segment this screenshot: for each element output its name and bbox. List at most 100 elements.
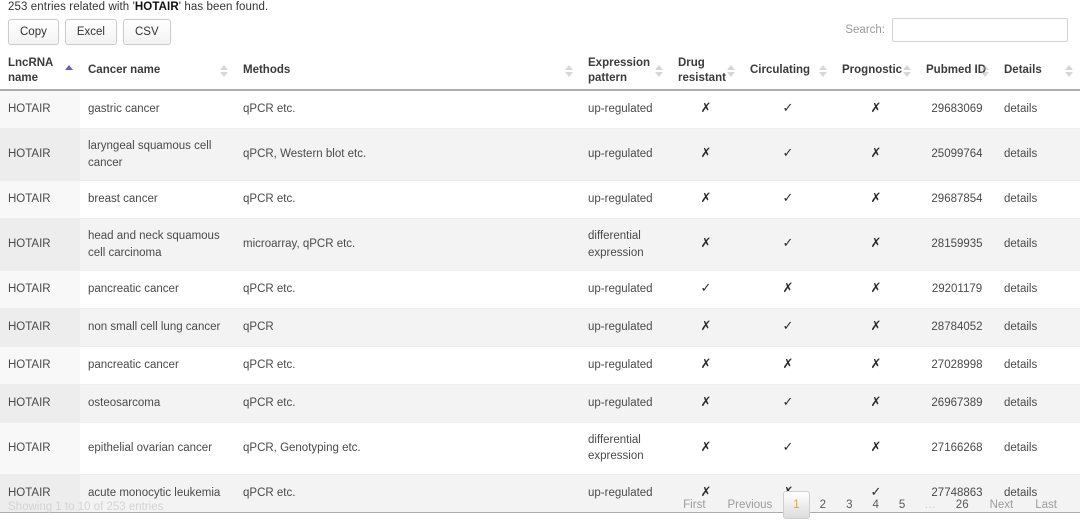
details-link[interactable]: details [1004,359,1037,371]
cell-prognostic: ✗ [834,422,918,476]
table-info: Showing 1 to 10 of 253 entries [8,501,164,513]
cell-pubmed-id: 28784052 [918,308,996,348]
cell-prognostic: ✗ [834,384,918,423]
cross-icon: ✗ [700,440,712,455]
details-link[interactable]: details [1004,442,1037,454]
check-icon: ✓ [782,236,794,252]
column-header-lncrna-name[interactable]: LncRNA name [0,52,80,91]
cell-pubmed-id: 25099764 [918,128,996,182]
column-label: Expression pattern [588,57,650,84]
cross-icon: ✗ [870,394,882,410]
column-label: Details [1004,64,1042,77]
column-header-pubmed-id[interactable]: Pubmed ID [918,52,996,91]
page-button-last[interactable]: Last [1024,491,1068,519]
details-link[interactable]: details [1004,283,1037,295]
cell-methods: qPCR etc. [235,474,580,513]
cell-circulating: ✓ [742,180,834,220]
cell-methods: qPCR etc. [235,270,580,310]
sort-ascending-icon [65,64,74,78]
column-header-prognostic[interactable]: Prognostic [834,52,918,91]
cell-drug-resistant: ✗ [670,90,742,129]
check-icon: ✓ [782,319,794,335]
cell-expression-pattern: up-regulated [580,384,670,423]
cell-pubmed-id: 27166268 [918,422,996,476]
column-header-expression-pattern[interactable]: Expression pattern [580,52,670,91]
cell-cancer-name: non small cell lung cancer [80,308,235,348]
cell-methods: qPCR, Western blot etc. [235,128,580,182]
table-row: HOTAIR pancreatic cancer qPCR etc. up-regul… [0,346,1080,385]
table-header: LncRNA name Cancer name Methods Expressi… [0,52,1080,91]
cell-lncrna-name: HOTAIR [0,218,80,272]
cell-prognostic: ✗ [834,128,918,182]
cell-methods: qPCR, Genotyping etc. [235,422,580,476]
cell-drug-resistant: ✗ [670,308,742,348]
table-row: HOTAIR non small cell lung cancer qPCR up-r… [0,308,1080,348]
details-link[interactable]: details [1004,397,1037,409]
check-icon: ✓ [700,281,712,297]
page-button-3[interactable]: 3 [836,491,862,519]
cell-methods: qPCR etc. [235,384,580,423]
column-label: Cancer name [88,64,161,77]
column-label: Pubmed ID [926,64,987,77]
copy-button[interactable]: Copy [8,19,59,45]
cell-expression-pattern: differential expression [580,422,670,476]
column-label: LncRNA name [8,57,53,84]
details-link[interactable]: details [1004,193,1037,205]
cross-icon: ✗ [700,319,712,335]
table-header-row: LncRNA name Cancer name Methods Expressi… [0,52,1080,91]
cell-cancer-name: head and neck squamous cell carcinoma [80,218,235,272]
cell-details: details [996,308,1080,348]
details-link[interactable]: details [1004,103,1037,115]
cell-drug-resistant: ✓ [670,270,742,310]
sort-icon [565,64,574,78]
column-header-drug-resistant[interactable]: Drug resistant [670,52,742,91]
page-button-next[interactable]: Next [979,491,1025,519]
sort-icon [903,64,912,78]
cell-lncrna-name: HOTAIR [0,90,80,129]
cross-icon: ✗ [700,394,712,410]
column-label: Drug resistant [678,57,726,84]
cell-expression-pattern: up-regulated [580,270,670,310]
cell-cancer-name: pancreatic cancer [80,270,235,310]
search-container: Search: [845,18,1068,42]
pagination: First Previous 1 2 3 4 5… 26 Next Last [672,491,1068,519]
column-header-details[interactable]: Details [996,52,1080,91]
cell-methods: microarray, qPCR etc. [235,218,580,272]
cell-circulating: ✓ [742,308,834,348]
page-button-[interactable]: … [915,491,946,519]
notice-prefix: 253 entries related with ' [8,1,135,13]
cell-drug-resistant: ✗ [670,218,742,272]
page-button-26[interactable]: 26 [946,491,979,519]
cell-details: details [996,90,1080,129]
page-button-4[interactable]: 4 [862,491,888,519]
page-button-first[interactable]: First [672,491,716,519]
cell-details: details [996,346,1080,385]
cross-icon: ✗ [870,319,882,335]
column-header-circulating[interactable]: Circulating [742,52,834,91]
column-header-methods[interactable]: Methods [235,52,580,91]
details-link[interactable]: details [1004,148,1037,160]
details-link[interactable]: details [1004,238,1037,250]
page-button-1[interactable]: 1 [783,491,810,519]
search-input[interactable] [892,18,1068,42]
sort-icon [1065,64,1074,78]
cell-cancer-name: laryngeal squamous cell cancer [80,128,235,182]
table-row: HOTAIR gastric cancer qPCR etc. up-regulate… [0,90,1080,129]
cell-methods: qPCR etc. [235,90,580,129]
page-button-previous[interactable]: Previous [717,491,784,519]
results-notice: 253 entries related with 'HOTAIR' has be… [8,1,268,13]
sort-icon [220,64,229,78]
page-button-2[interactable]: 2 [810,491,836,519]
page-button-5[interactable]: 5 [889,491,915,519]
excel-button[interactable]: Excel [64,19,117,45]
details-link[interactable]: details [1004,321,1037,333]
sort-icon [819,64,828,78]
cell-prognostic: ✗ [834,180,918,220]
cross-icon: ✗ [700,191,712,207]
check-icon: ✓ [782,394,794,410]
column-header-cancer-name[interactable]: Cancer name [80,52,235,91]
column-label: Circulating [750,64,811,77]
cell-cancer-name: gastric cancer [80,90,235,129]
csv-button[interactable]: CSV [122,19,171,45]
sort-icon [727,64,736,78]
